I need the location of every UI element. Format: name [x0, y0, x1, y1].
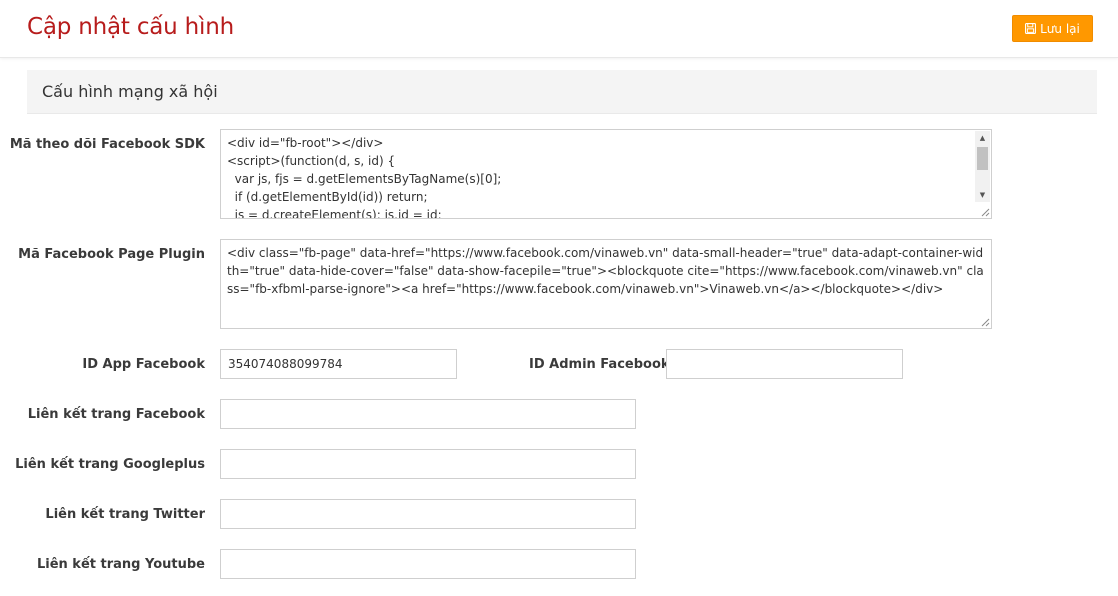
page-title: Cập nhật cấu hình — [27, 14, 234, 40]
section-title: Cấu hình mạng xã hội — [42, 82, 218, 101]
sdk-code-line: <div id="fb-root"></div> — [227, 136, 384, 150]
twitter-link-label: Liên kết trang Twitter — [45, 507, 205, 522]
floppy-disk-icon — [1025, 23, 1037, 34]
save-button[interactable]: Lưu lại — [1012, 15, 1093, 42]
scroll-up-arrow-icon[interactable]: ▲ — [975, 131, 990, 145]
page-plugin-code: <div class="fb-page" data-href="https://… — [227, 246, 984, 296]
save-button-label: Lưu lại — [1040, 21, 1080, 36]
youtube-link-input[interactable] — [220, 549, 636, 579]
app-id-input[interactable] — [220, 349, 457, 379]
googleplus-link-label: Liên kết trang Googleplus — [15, 457, 205, 472]
scroll-thumb[interactable] — [977, 147, 988, 170]
resize-grip-icon[interactable] — [980, 317, 990, 327]
googleplus-link-input[interactable] — [220, 449, 636, 479]
admin-id-label: ID Admin Facebook — [529, 357, 670, 372]
resize-grip-icon[interactable] — [980, 207, 990, 217]
sdk-textarea[interactable]: <div id="fb-root"></div> <script>(functi… — [220, 129, 992, 219]
scroll-down-arrow-icon[interactable]: ▼ — [975, 188, 990, 202]
twitter-link-input[interactable] — [220, 499, 636, 529]
sdk-scrollbar[interactable]: ▲ ▼ — [975, 131, 990, 202]
admin-id-input[interactable] — [666, 349, 903, 379]
app-id-label: ID App Facebook — [82, 357, 205, 372]
sdk-label: Mã theo dõi Facebook SDK — [9, 137, 205, 152]
sdk-code: <div id="fb-root"></div> <script>(functi… — [227, 134, 985, 219]
sdk-code-line: <script>(function(d, s, id) { — [227, 154, 396, 168]
top-bar: Cập nhật cấu hình Lưu lại — [0, 0, 1118, 58]
youtube-link-label: Liên kết trang Youtube — [36, 557, 205, 572]
page-plugin-label: Mã Facebook Page Plugin — [18, 247, 205, 262]
section-header: Cấu hình mạng xã hội — [27, 70, 1097, 114]
facebook-link-label: Liên kết trang Facebook — [27, 407, 205, 422]
sdk-code-line: var js, fjs = d.getElementsByTagName(s)[… — [227, 172, 502, 186]
sdk-code-line: js = d.createElement(s); js.id = id; — [227, 208, 442, 219]
sdk-code-line: if (d.getElementById(id)) return; — [227, 190, 428, 204]
page-plugin-textarea[interactable]: <div class="fb-page" data-href="https://… — [220, 239, 992, 329]
facebook-link-input[interactable] — [220, 399, 636, 429]
